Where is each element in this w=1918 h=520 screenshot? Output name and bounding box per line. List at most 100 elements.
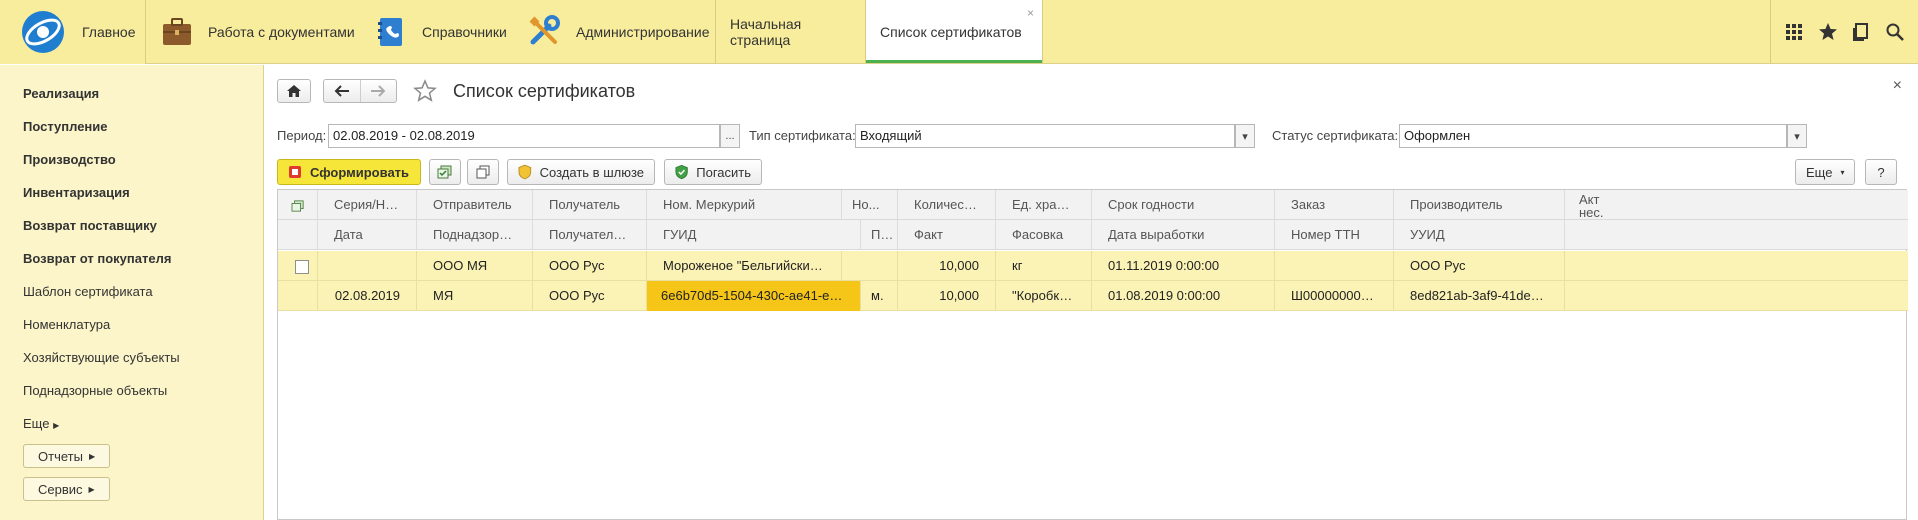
certificate-status-label: Статус сертификата: [1272,128,1399,143]
section-references-label: Справочники [422,24,507,40]
forward-button[interactable] [359,80,396,102]
col-order[interactable]: Заказ [1275,190,1394,220]
row-checkbox[interactable] [295,260,309,274]
close-form-icon[interactable]: × [1893,77,1902,95]
sidebar-item-production[interactable]: Производство [23,152,116,167]
triangle-right-icon: ▶ [88,484,95,494]
col-quantity[interactable]: Количество [898,190,996,220]
header-select-all[interactable] [278,190,318,220]
section-documents-label: Работа с документами [208,24,355,40]
create-in-gateway-button[interactable]: Создать в шлюзе [507,159,655,185]
tab-home-page-label: Начальная страница [730,16,802,48]
col-fact[interactable]: Факт [898,220,996,250]
generate-button[interactable]: Сформировать [277,159,421,185]
sidebar-item-business-entities[interactable]: Хозяйствующие субъекты [23,350,180,365]
certificate-status-dropdown[interactable]: ▾ [1787,124,1807,148]
sidebar-item-certificate-template[interactable]: Шаблон сертификата [23,284,153,299]
tab-home-page[interactable]: Начальная страница [716,0,865,64]
period-select-button[interactable]: ... [720,124,740,148]
more-actions-button[interactable]: Еще ▾ [1795,159,1855,185]
reports-button[interactable]: Отчеты ▶ [23,444,111,468]
sidebar-item-return-to-supplier[interactable]: Возврат поставщику [23,218,157,233]
col-manufacturer[interactable]: Производитель [1394,190,1565,220]
cell-packaging: "Коробка, п... [996,281,1092,311]
app-logo-icon [22,11,64,53]
cell-storage-unit: кг [996,251,1092,281]
back-button[interactable] [324,80,360,102]
favorite-star-icon[interactable] [413,79,437,103]
col-uuid[interactable]: УУИД [1394,220,1565,250]
certificate-type-dropdown[interactable]: ▾ [1235,124,1255,148]
certificate-type-field[interactable]: Входящий [855,124,1235,148]
service-button[interactable]: Сервис ▶ [23,477,110,501]
cell-fact: 10,000 [898,281,996,311]
table-header-row-1: Серия/Номер Отправитель Получатель Ном. … [278,190,1908,220]
active-tab-indicator [866,60,1042,63]
col-sender[interactable]: Отправитель [417,190,533,220]
table-row[interactable]: 02.08.2019 МЯ ООО Рус 6e6b70d5-1504-430c… [278,281,1908,311]
copy-with-check-button[interactable] [429,159,461,185]
apps-grid-icon[interactable] [1784,22,1804,42]
help-button[interactable]: ? [1865,159,1897,185]
col-production-date[interactable]: Дата выработки [1092,220,1275,250]
col-storage-unit[interactable]: Ед. хранения [996,190,1092,220]
col-guid[interactable]: ГУИД [647,220,861,250]
sidebar-more-label: Еще [23,416,50,431]
cell-series-number [318,251,417,281]
copy-button[interactable] [467,159,499,185]
triangle-right-icon: ▶ [88,451,96,461]
cell-order [1275,251,1394,281]
certificate-type-label: Тип сертификата: [749,128,856,143]
period-value: 02.08.2019 - 02.08.2019 [333,128,475,143]
cell-uuid: 8ed821ab-3af9-41de-bb52-9... [1394,281,1565,311]
col-act[interactable]: Акт нес. [1565,190,1908,220]
col-packaging[interactable]: Фасовка [996,220,1092,250]
redeem-button[interactable]: Погасить [664,159,762,185]
certificates-table: Серия/Номер Отправитель Получатель Ном. … [277,189,1908,520]
tab-certificates-list[interactable]: Список сертификатов × [865,0,1043,63]
help-button-label: ? [1877,164,1885,180]
table-row[interactable]: ООО МЯ ООО Рус Мороженое "Бельгийский шо… [278,251,1908,281]
sidebar-item-supervised-objects[interactable]: Поднадзорные объекты [23,383,167,398]
col-expiry-date[interactable]: Срок годности [1092,190,1275,220]
col-ttn-number[interactable]: Номер ТТН [1275,220,1394,250]
home-button[interactable] [277,79,311,103]
tab-close-icon[interactable]: × [1027,6,1034,20]
cell-guid[interactable]: 6e6b70d5-1504-430c-ae41-ed103a81... [647,281,861,311]
section-references[interactable]: Справочники [374,0,507,64]
col-no[interactable]: Но... [842,190,898,220]
col-mercury-nomenclature[interactable]: Ном. Меркурий [647,190,842,220]
tab-certificates-list-label: Список сертификатов [880,23,1022,40]
period-field[interactable]: 02.08.2019 - 02.08.2019 [328,124,720,148]
sidebar-item-sales[interactable]: Реализация [23,86,99,101]
star-icon[interactable] [1818,22,1838,42]
section-administration[interactable]: Администрирование [528,0,710,64]
search-icon[interactable] [1885,22,1905,42]
col-recipient-po[interactable]: Получатель ПО [533,220,647,250]
col-date[interactable]: Дата [318,220,417,250]
copy-icon [476,165,490,179]
cell-mercury-nomenclature: Мороженое "Бельгийский шоко... [647,251,842,281]
tools-icon [529,15,560,45]
copy-check-icon [291,199,304,212]
col-recipient[interactable]: Получатель [533,190,647,220]
top-bar: Главное Работа с документами Справочники… [0,0,1918,64]
certificate-status-field[interactable]: Оформлен [1399,124,1787,148]
col-p[interactable]: П... [861,220,898,250]
header-spacer [1565,220,1908,250]
sidebar-more[interactable]: Еще ▶ [23,416,59,431]
col-supervised[interactable]: Поднадзорный [417,220,533,250]
sidebar-item-return-from-buyer[interactable]: Возврат от покупателя [23,251,171,266]
sidebar-item-inventory[interactable]: Инвентаризация [23,185,130,200]
cell-recipient-po: ООО Рус [533,281,647,311]
sidebar-item-nomenclature[interactable]: Номенклатура [23,317,110,332]
col-series-number[interactable]: Серия/Номер [318,190,417,220]
service-button-label: Сервис [38,481,83,497]
sidebar-item-receipt[interactable]: Поступление [23,119,108,134]
section-main[interactable]: Главное [0,0,146,64]
section-documents[interactable]: Работа с документами [160,0,355,64]
page-title: Список сертификатов [453,81,636,101]
triangle-right-icon: ▶ [53,421,60,430]
history-icon[interactable] [1851,22,1871,42]
cell-date: 02.08.2019 [318,281,417,311]
